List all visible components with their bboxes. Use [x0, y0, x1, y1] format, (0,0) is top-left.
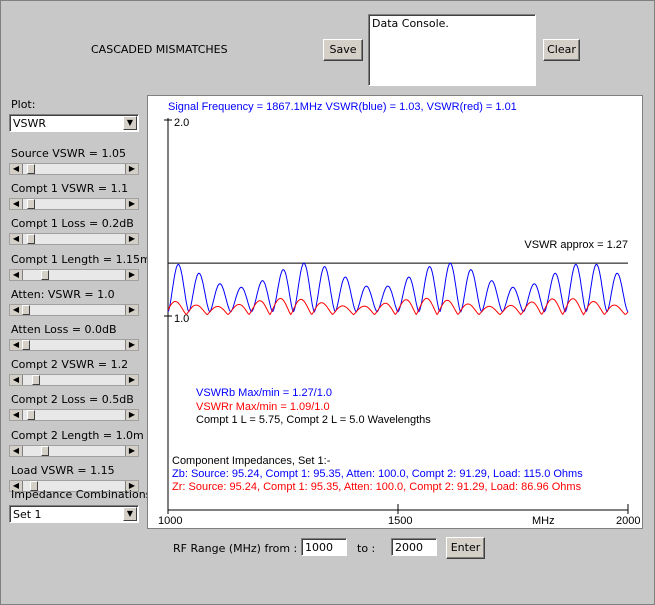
slider-label: Compt 1 Length = 1.15m	[11, 253, 151, 266]
chevron-right-icon[interactable]: ▶	[125, 446, 138, 456]
chevron-right-icon[interactable]: ▶	[125, 199, 138, 209]
chevron-down-icon[interactable]: ▼	[123, 507, 137, 521]
chevron-down-icon[interactable]: ▼	[123, 116, 137, 130]
slider-thumb[interactable]	[27, 410, 35, 420]
chevron-right-icon[interactable]: ▶	[125, 234, 138, 244]
info-blue: VSWRb Max/min = 1.27/1.0	[196, 387, 332, 399]
x-tick-label-2000: 2000	[616, 515, 640, 527]
slider-thumb[interactable]	[22, 340, 30, 350]
slider-thumb[interactable]	[22, 305, 30, 315]
slider-label: Load VSWR = 1.15	[11, 464, 115, 477]
chevron-right-icon[interactable]: ▶	[125, 305, 138, 315]
chevron-left-icon[interactable]: ◀	[10, 375, 23, 385]
slider-track[interactable]: ◀ ▶	[9, 163, 139, 175]
save-button[interactable]: Save	[323, 39, 363, 61]
rf-to-label: to :	[357, 542, 376, 555]
chevron-left-icon[interactable]: ◀	[10, 234, 23, 244]
chevron-right-icon[interactable]: ▶	[125, 270, 138, 280]
rf-range-label: RF Range (MHz) from :	[173, 542, 298, 555]
chevron-right-icon[interactable]: ▶	[125, 410, 138, 420]
info-red: VSWRr Max/min = 1.09/1.0	[196, 401, 330, 413]
slider-thumb[interactable]	[41, 446, 49, 456]
plot-label: Plot:	[11, 98, 36, 111]
slider-label: Compt 2 Loss = 0.5dB	[11, 393, 134, 406]
rf-to-input[interactable]: 2000	[391, 538, 437, 556]
slider-track[interactable]: ◀ ▶	[9, 445, 139, 457]
vswr-chart: Signal Frequency = 1867.1MHz VSWR(blue) …	[158, 101, 640, 527]
page-title: CASCADED MISMATCHES	[91, 43, 228, 56]
enter-button[interactable]: Enter	[446, 537, 485, 559]
slider-label: Atten Loss = 0.0dB	[11, 323, 117, 336]
y-top-label: 2.0	[174, 117, 189, 129]
plot-select[interactable]: VSWR ▼	[9, 114, 139, 132]
slider-track[interactable]: ◀ ▶	[9, 374, 139, 386]
slider-label: Compt 2 VSWR = 1.2	[11, 358, 129, 371]
slider-label: Source VSWR = 1.05	[11, 147, 127, 160]
chevron-left-icon[interactable]: ◀	[10, 270, 23, 280]
info-black: Compt 1 L = 5.75, Compt 2 L = 5.0 Wavele…	[196, 414, 431, 426]
slider-thumb[interactable]	[27, 234, 35, 244]
impedance-title: Component Impedances, Set 1:-	[172, 455, 331, 467]
slider-thumb[interactable]	[41, 270, 49, 280]
rf-from-input[interactable]: 1000	[301, 538, 347, 556]
slider-track[interactable]: ◀ ▶	[9, 304, 139, 316]
chevron-left-icon[interactable]: ◀	[10, 199, 23, 209]
data-console[interactable]: Data Console.	[368, 14, 536, 86]
chevron-left-icon[interactable]: ◀	[10, 410, 23, 420]
slider-track[interactable]: ◀ ▶	[9, 339, 139, 351]
slider-track[interactable]: ◀ ▶	[9, 409, 139, 421]
plot-panel: Signal Frequency = 1867.1MHz VSWR(blue) …	[147, 95, 643, 529]
plot-header: Signal Frequency = 1867.1MHz VSWR(blue) …	[168, 101, 517, 113]
slider-label: Compt 1 Loss = 0.2dB	[11, 217, 134, 230]
x-unit-label: MHz	[532, 515, 555, 527]
plot-select-value: VSWR	[13, 117, 47, 130]
impedance-label: Impedance Combinations	[11, 488, 152, 501]
chevron-right-icon[interactable]: ▶	[125, 340, 138, 350]
slider-track[interactable]: ◀ ▶	[9, 233, 139, 245]
chevron-left-icon[interactable]: ◀	[10, 164, 23, 174]
impedance-zb: Zb: Source: 95.24, Compt 1: 95.35, Atten…	[172, 468, 583, 480]
app-window: CASCADED MISMATCHES Save Data Console. C…	[0, 0, 655, 605]
chevron-right-icon[interactable]: ▶	[125, 375, 138, 385]
y-bottom-label: 1.0	[174, 313, 189, 325]
chevron-left-icon[interactable]: ◀	[10, 446, 23, 456]
slider-thumb[interactable]	[27, 199, 35, 209]
slider-track[interactable]: ◀ ▶	[9, 269, 139, 281]
slider-thumb[interactable]	[27, 164, 35, 174]
impedance-select[interactable]: Set 1 ▼	[9, 505, 139, 523]
chevron-right-icon[interactable]: ▶	[125, 164, 138, 174]
slider-track[interactable]: ◀ ▶	[9, 198, 139, 210]
slider-label: Compt 1 VSWR = 1.1	[11, 182, 129, 195]
impedance-select-value: Set 1	[13, 508, 42, 521]
slider-label: Atten: VSWR = 1.0	[11, 288, 115, 301]
x-tick-label-1500: 1500	[388, 515, 412, 527]
impedance-zr: Zr: Source: 95.24, Compt 1: 95.35, Atten…	[172, 481, 582, 493]
clear-button[interactable]: Clear	[543, 39, 580, 61]
slider-thumb[interactable]	[32, 375, 40, 385]
data-console-text: Data Console.	[372, 17, 449, 30]
x-tick-label-1000: 1000	[158, 515, 182, 527]
vswr-approx-label: VSWR approx = 1.27	[524, 239, 628, 251]
slider-label: Compt 2 Length = 1.0m	[11, 429, 144, 442]
